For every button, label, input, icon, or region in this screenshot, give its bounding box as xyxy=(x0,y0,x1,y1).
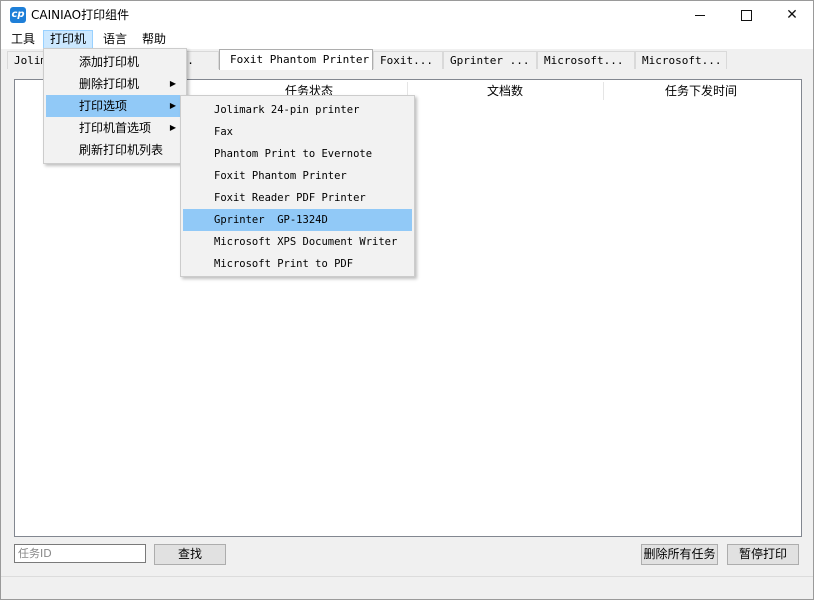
menu-item-print-options[interactable]: 打印选项 ▶ xyxy=(46,95,184,117)
menu-help[interactable]: 帮助 xyxy=(136,31,172,48)
menu-printer[interactable]: 打印机 xyxy=(43,30,94,49)
menu-item-label: 打印机首选项 xyxy=(79,121,152,135)
menu-item-refresh-printer-list[interactable]: 刷新打印机列表 xyxy=(46,139,184,161)
tab-gprinter[interactable]: Gprinter ... xyxy=(443,51,537,69)
delete-all-tasks-button[interactable]: 删除所有任务 xyxy=(641,544,718,565)
menu-bar: 工具 打印机 语言 帮助 xyxy=(1,29,813,49)
task-id-input[interactable] xyxy=(14,544,146,563)
menu-language[interactable]: 语言 xyxy=(97,31,133,48)
pause-printing-button[interactable]: 暂停打印 xyxy=(727,544,799,565)
submenu-item-gprinter[interactable]: Gprinter GP-1324D xyxy=(183,209,412,231)
submenu-item-phantom-evernote[interactable]: Phantom Print to Evernote xyxy=(183,143,412,165)
submenu-arrow-icon: ▶ xyxy=(169,101,176,110)
submenu-item-foxit-phantom[interactable]: Foxit Phantom Printer xyxy=(183,165,412,187)
column-header-issue-time[interactable]: 任务下发时间 xyxy=(603,80,799,102)
close-button[interactable]: ✕ xyxy=(769,1,813,29)
tab-microsoft-1[interactable]: Microsoft... xyxy=(537,51,635,69)
menu-item-label: 添加打印机 xyxy=(79,55,140,69)
window-title: CAINIAO打印组件 xyxy=(31,8,130,22)
close-icon: ✕ xyxy=(786,7,798,23)
search-button[interactable]: 查找 xyxy=(154,544,226,565)
menu-item-add-printer[interactable]: 添加打印机 xyxy=(46,51,184,73)
submenu-item-foxit-reader-pdf[interactable]: Foxit Reader PDF Printer xyxy=(183,187,412,209)
title-bar: cp CAINIAO打印组件 ✕ xyxy=(1,1,813,29)
maximize-button[interactable] xyxy=(723,1,769,29)
tab-foxit-phantom-printer[interactable]: Foxit Phantom Printer xyxy=(219,49,373,70)
minimize-button[interactable] xyxy=(677,1,723,29)
submenu-item-print-to-pdf[interactable]: Microsoft Print to PDF xyxy=(183,253,412,275)
tab-microsoft-2[interactable]: Microsoft... xyxy=(635,51,727,69)
menu-item-label: 删除打印机 xyxy=(79,77,140,91)
menu-item-label: 刷新打印机列表 xyxy=(79,143,164,157)
menu-tools[interactable]: 工具 xyxy=(5,31,41,48)
main-window: cp CAINIAO打印组件 ✕ 工具 打印机 语言 帮助 Jolim ... … xyxy=(0,0,814,600)
menu-item-label: 打印选项 xyxy=(79,99,128,113)
column-header-document-count[interactable]: 文档数 xyxy=(407,80,603,102)
tab-foxit[interactable]: Foxit... xyxy=(373,51,443,69)
submenu-item-fax[interactable]: Fax xyxy=(183,121,412,143)
app-logo-icon: cp xyxy=(10,7,26,23)
status-bar xyxy=(1,576,813,599)
submenu-arrow-icon: ▶ xyxy=(169,123,176,132)
submenu-arrow-icon: ▶ xyxy=(169,79,176,88)
printer-menu: 添加打印机 删除打印机 ▶ 打印选项 ▶ 打印机首选项 ▶ 刷新打印机列表 xyxy=(43,48,187,164)
submenu-item-xps-writer[interactable]: Microsoft XPS Document Writer xyxy=(183,231,412,253)
maximize-icon xyxy=(740,9,752,21)
menu-item-printer-preferences[interactable]: 打印机首选项 ▶ xyxy=(46,117,184,139)
minimize-icon xyxy=(695,14,705,16)
print-options-submenu: Jolimark 24-pin printer Fax Phantom Prin… xyxy=(180,95,415,277)
submenu-item-jolimark[interactable]: Jolimark 24-pin printer xyxy=(183,99,412,121)
menu-item-delete-printer[interactable]: 删除打印机 ▶ xyxy=(46,73,184,95)
